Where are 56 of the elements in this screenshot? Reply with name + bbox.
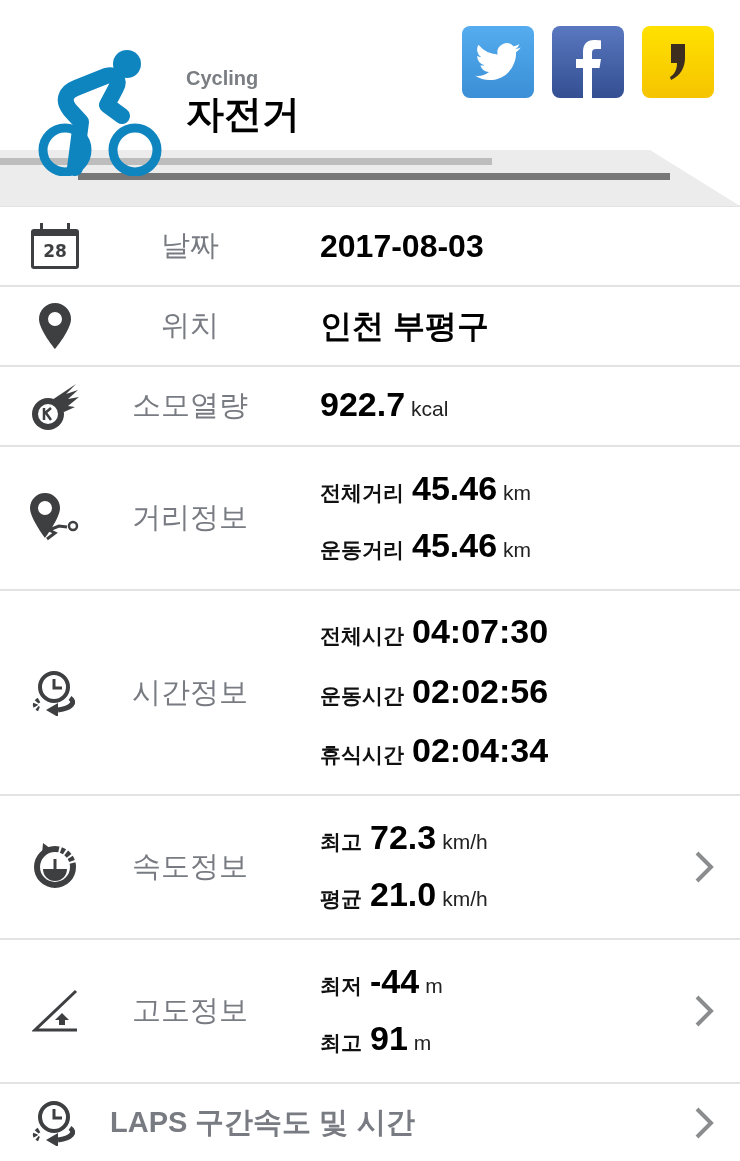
chevron-right-icon (694, 994, 714, 1028)
detail-row[interactable]: 속도정보 최고 72.3 km/h 평균 21.0 km/h (0, 796, 740, 940)
stat-label: 최고 (320, 1030, 362, 1056)
stat-value: 922.7 (320, 387, 406, 422)
stat-value: 45.46 (412, 470, 498, 505)
stat-label: 휴식시간 (320, 742, 404, 769)
row-label: 소모열량 (132, 388, 248, 424)
row-value: 인천 부평구 (320, 308, 489, 344)
stat-unit: kcal (411, 396, 449, 423)
detail-row[interactable]: 고도정보 최저 -44 m 최고 91 m (0, 940, 740, 1084)
detail-row[interactable]: LAPS 구간속도 및 시간 (0, 1084, 740, 1161)
row-value: 2017-08-03 (320, 228, 484, 264)
sport-title: 자전거 (186, 92, 300, 137)
stat-label: 최고 (320, 828, 362, 855)
quote-icon (669, 44, 687, 80)
twitter-button[interactable] (462, 26, 534, 98)
kakaostory-button[interactable] (642, 26, 714, 98)
stat-value: 21.0 (370, 877, 437, 911)
chevron-right-icon (694, 850, 714, 884)
chevron-right-icon (694, 1106, 714, 1140)
stat-unit: km (503, 537, 532, 563)
route-pin-icon (30, 493, 80, 543)
laps-link[interactable]: LAPS 구간속도 및 시간 (110, 1101, 680, 1145)
stat-value: 91 (370, 1021, 408, 1055)
stat-label: 최저 (320, 972, 362, 999)
stat-unit: m (425, 972, 443, 999)
row-label: 위치 (161, 308, 219, 344)
stat-value: 45.46 (412, 528, 498, 562)
stat-value: 02:04:34 (412, 733, 549, 768)
slope-arrow-icon (32, 989, 78, 1033)
stat-unit: km/h (442, 828, 488, 855)
location-pin-icon (39, 303, 71, 349)
stat-value: 04:07:30 (412, 614, 549, 649)
row-label: 속도정보 (132, 849, 248, 885)
row-label: 날짜 (161, 228, 219, 264)
stat-unit: km/h (442, 886, 488, 912)
stat-value: 02:02:56 (412, 673, 549, 708)
row-label: 거리정보 (132, 500, 248, 536)
facebook-logo-icon (573, 40, 603, 98)
row-label: 시간정보 (132, 674, 248, 710)
stat-label: 전체시간 (320, 623, 404, 650)
flame-ball-icon (30, 382, 80, 430)
stat-unit: km (503, 479, 532, 506)
stat-label: 운동시간 (320, 682, 404, 709)
facebook-button[interactable] (552, 26, 624, 98)
stat-label: 운동거리 (320, 537, 404, 563)
stat-value: -44 (370, 963, 420, 998)
stat-label: 평균 (320, 886, 362, 912)
sport-subtitle: Cycling (186, 66, 260, 91)
calendar-day: 28 (43, 242, 67, 260)
stat-unit: m (413, 1030, 432, 1056)
speedometer-icon (31, 843, 79, 891)
bird-icon (475, 43, 521, 81)
stat-label: 전체거리 (320, 479, 404, 506)
row-label: 고도정보 (132, 993, 248, 1029)
stat-value: 72.3 (370, 819, 437, 854)
